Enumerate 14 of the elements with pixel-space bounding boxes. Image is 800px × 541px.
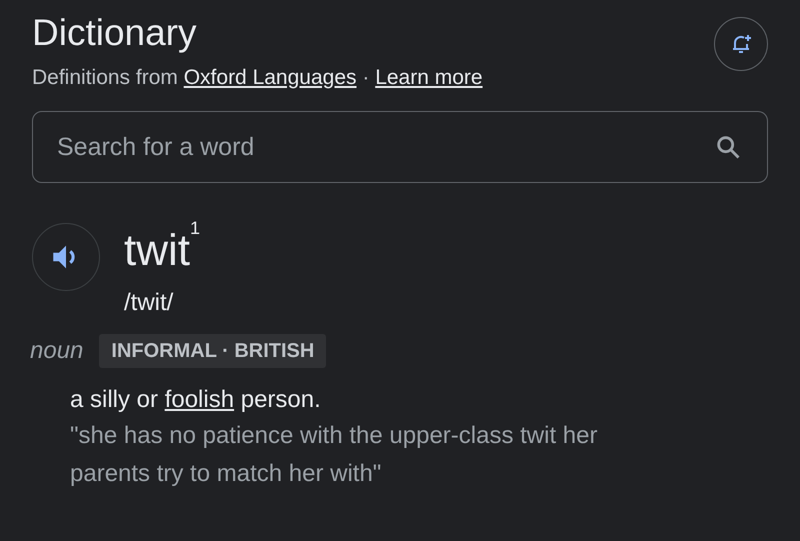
pronounce-button[interactable] [32, 223, 100, 291]
learn-more-link[interactable]: Learn more [375, 66, 483, 89]
source-note: Definitions from Oxford Languages · Learn more [32, 65, 483, 91]
usage-label: INFORMAL · BRITISH [99, 334, 326, 368]
search-field[interactable]: Search for a word [32, 111, 768, 183]
source-link[interactable]: Oxford Languages [184, 66, 357, 89]
pronunciation: /twit/ [124, 288, 174, 318]
part-of-speech: noun [30, 336, 84, 366]
definition-text: a silly or foolish person. [70, 385, 322, 415]
notification-button[interactable] [714, 17, 768, 71]
example-sentence: "she has no patience with the upper-class twit her parents try to match her with" [70, 421, 598, 489]
word-link[interactable]: foolish [164, 386, 234, 413]
page-title: Dictionary [32, 11, 198, 55]
headword: twit$^{1}$ [124, 223, 200, 277]
